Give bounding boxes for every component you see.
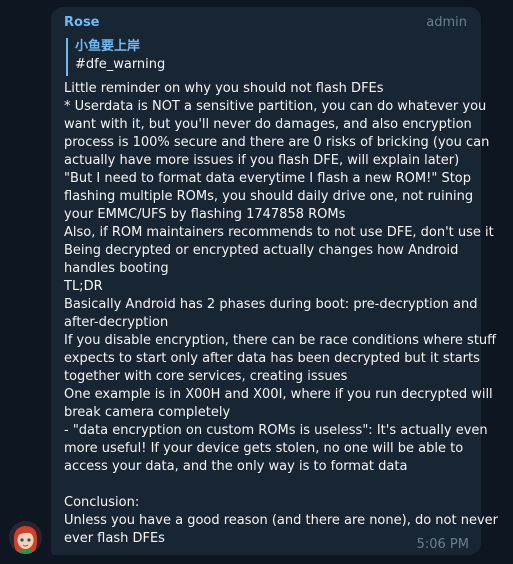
message-line: flashing multiple ROMs, you should daily…	[64, 189, 474, 204]
message-line: Being decrypted or encrypted actually ch…	[64, 243, 459, 258]
message-text: Little reminder on why you should not fl…	[64, 80, 498, 548]
chat-view: Rose admin 小鱼要上岸 #dfe_warning Little rem…	[0, 0, 513, 564]
reply-preview[interactable]: 小鱼要上岸 #dfe_warning	[66, 38, 275, 76]
message-line: ever flash DFEs	[64, 531, 165, 546]
sender-avatar[interactable]	[9, 521, 42, 554]
message-line: - "data encryption on custom ROMs is use…	[64, 423, 488, 438]
message-line: TL;DR	[64, 279, 103, 294]
message-line: access your data, and the only way is to…	[64, 459, 408, 474]
reply-text: #dfe_warning	[75, 57, 166, 72]
message-line: Conclusion:	[64, 495, 140, 510]
message-line: expects to start only after data has bee…	[64, 351, 480, 366]
message-line: handles booting	[64, 261, 169, 276]
avatar-image	[9, 521, 42, 554]
message-line: break camera completely	[64, 405, 231, 420]
message-line: process is 100% secure and there are 0 r…	[64, 135, 490, 150]
message-line: One example is in X00H and X00I, where i…	[64, 387, 493, 402]
message-line: after-decryption	[64, 315, 169, 330]
message-line: want with it, but you'll never do damage…	[64, 117, 472, 132]
message-line: more useful! If your device gets stolen,…	[64, 441, 464, 456]
message-line: Basically Android has 2 phases during bo…	[64, 297, 478, 312]
message-line: your EMMC/UFS by flashing 1747858 ROMs	[64, 207, 346, 222]
sender-name[interactable]: Rose	[64, 15, 100, 30]
message-line: Little reminder on why you should not fl…	[64, 81, 384, 96]
message-bubble[interactable]: Rose admin 小鱼要上岸 #dfe_warning Little rem…	[51, 7, 498, 555]
message-timestamp: 5:06 PM	[416, 537, 469, 552]
message-line: If you disable encryption, there can be …	[64, 333, 497, 348]
message-line: Also, if ROM maintainers recommends to n…	[64, 225, 494, 240]
reply-author: 小鱼要上岸	[75, 39, 141, 54]
message-line: together with core services, creating is…	[64, 369, 348, 384]
message-line: * Userdata is NOT a sensitive partition,…	[64, 99, 487, 114]
message-line	[64, 476, 472, 494]
message-line: "But I need to format data everytime I f…	[64, 171, 472, 186]
message-line: Unless you have a good reason (and there…	[64, 513, 498, 528]
admin-badge: admin	[426, 15, 467, 30]
message-line: actually have more issues if you flash D…	[64, 153, 460, 168]
